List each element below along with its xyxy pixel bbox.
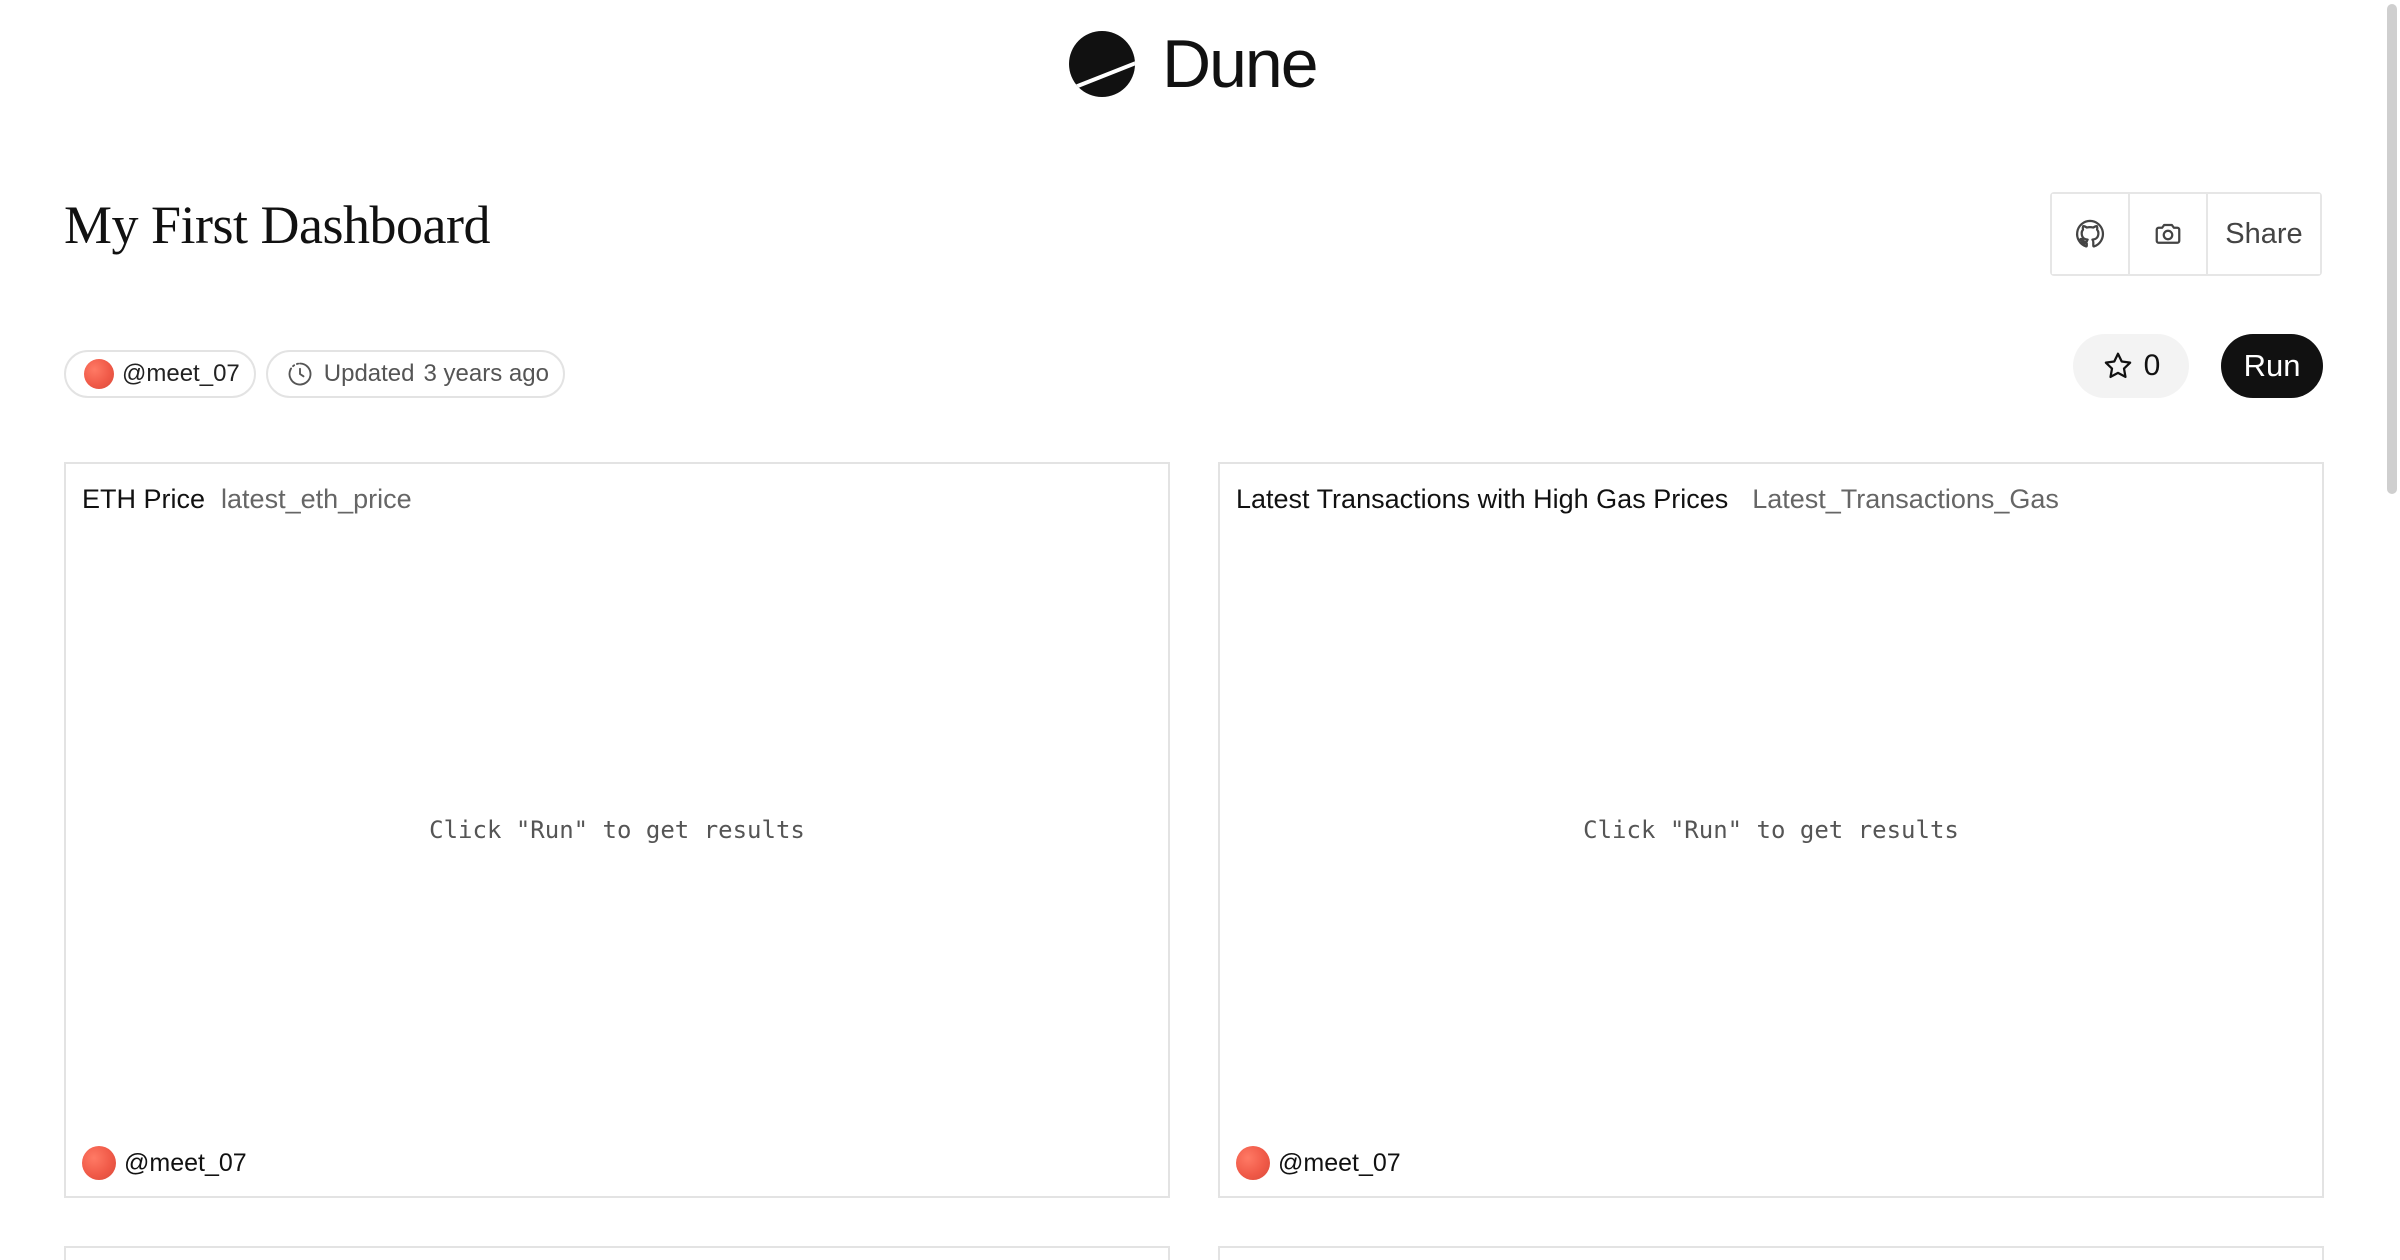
- dashboard-page: Dune My First Dashboard Share @meet_07 U…: [0, 0, 2400, 1260]
- screenshot-button[interactable]: [2130, 194, 2208, 274]
- author-name: @meet_07: [122, 360, 240, 387]
- author-pill[interactable]: @meet_07: [64, 350, 256, 398]
- dashboard-actions: Share: [2050, 192, 2322, 276]
- widget-card-high-gas-transactions: Latest Transactions with High Gas Prices…: [1218, 462, 2324, 1198]
- scrollbar-thumb[interactable]: [2387, 4, 2397, 494]
- star-count: 0: [2143, 349, 2161, 382]
- clock-icon: [288, 362, 312, 386]
- empty-state-message: Click "Run" to get results: [1583, 816, 1959, 844]
- dune-logo-icon: [1069, 31, 1135, 97]
- github-button[interactable]: [2052, 194, 2130, 274]
- empty-state-message: Click "Run" to get results: [429, 816, 805, 844]
- card-author: @meet_07: [1278, 1148, 1401, 1177]
- card-title[interactable]: Latest Transactions with High Gas Prices: [1236, 484, 1728, 515]
- card-subtitle[interactable]: latest_eth_price: [221, 484, 412, 515]
- card-header: ETH Price latest_eth_price: [82, 484, 412, 515]
- card-footer[interactable]: @meet_07: [82, 1146, 247, 1180]
- run-button[interactable]: Run: [2221, 334, 2323, 398]
- star-button[interactable]: 0: [2073, 334, 2189, 398]
- brand-name: Dune: [1162, 26, 1319, 102]
- card-author: @meet_07: [124, 1148, 247, 1177]
- card-header: Latest Transactions with High Gas Prices…: [1236, 484, 2059, 515]
- card-title[interactable]: ETH Price: [82, 484, 205, 515]
- dashboard-meta: @meet_07 Updated 3 years ago: [64, 350, 565, 398]
- updated-label: Updated: [323, 360, 415, 387]
- avatar: [1236, 1146, 1270, 1180]
- dune-logo[interactable]: Dune: [1069, 26, 1319, 102]
- avatar: [84, 359, 114, 389]
- updated-time: 3 years ago: [423, 360, 549, 387]
- scrollbar[interactable]: [2384, 0, 2400, 1260]
- avatar: [82, 1146, 116, 1180]
- share-button[interactable]: Share: [2208, 194, 2320, 274]
- page-title: My First Dashboard: [64, 195, 490, 255]
- github-icon: [2076, 219, 2105, 248]
- camera-icon: [2155, 223, 2181, 244]
- widget-card: [64, 1246, 1170, 1260]
- card-footer[interactable]: @meet_07: [1236, 1146, 1401, 1180]
- updated-pill: Updated 3 years ago: [265, 350, 565, 398]
- card-subtitle[interactable]: Latest_Transactions_Gas: [1752, 484, 2059, 515]
- star-icon: [2104, 352, 2131, 379]
- widget-card: [1218, 1246, 2324, 1260]
- widget-card-eth-price: ETH Price latest_eth_price Click "Run" t…: [64, 462, 1170, 1198]
